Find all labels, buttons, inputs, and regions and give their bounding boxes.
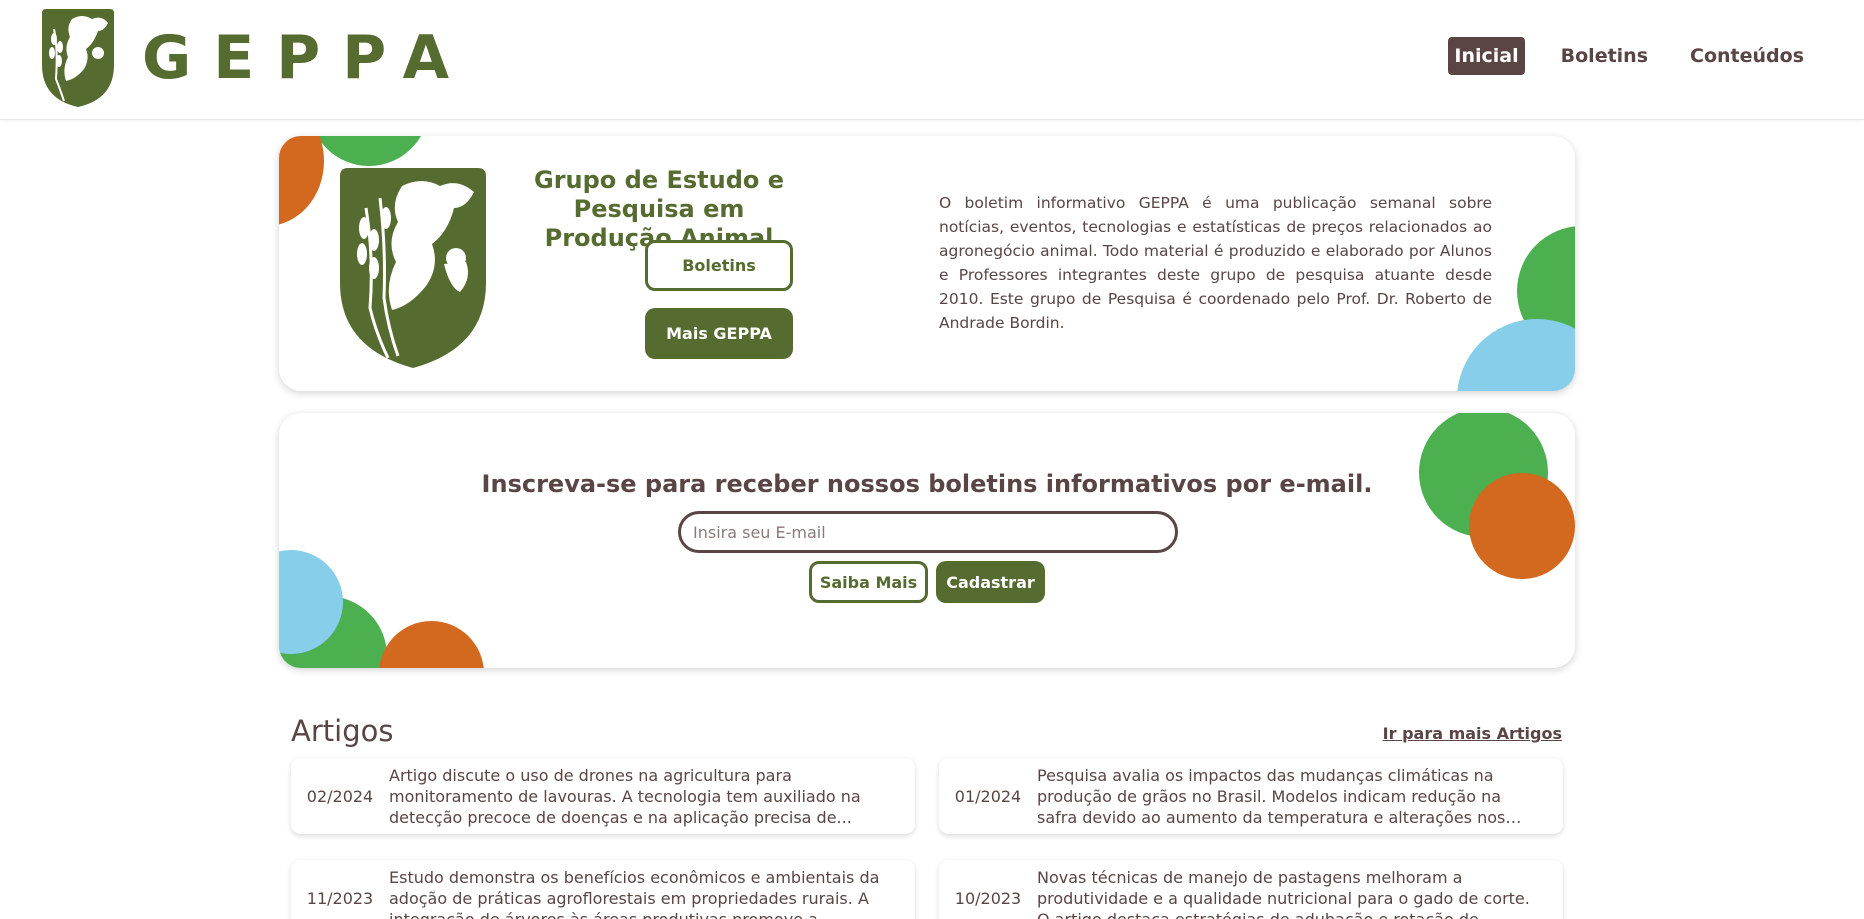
boletins-button[interactable]: Boletins <box>645 240 793 291</box>
article-date: 01/2024 <box>954 786 1022 806</box>
article-item[interactable]: 11/2023 Estudo demonstra os benefícios e… <box>291 860 915 919</box>
cadastrar-button[interactable]: Cadastrar <box>936 561 1045 603</box>
article-item[interactable]: 10/2023 Novas técnicas de manejo de past… <box>939 860 1563 919</box>
main-nav: Inicial Boletins Conteúdos <box>1448 37 1810 75</box>
decor-circle <box>279 136 324 226</box>
decor-circle <box>309 136 429 166</box>
saiba-mais-button[interactable]: Saiba Mais <box>809 561 928 603</box>
article-item[interactable]: 02/2024 Artigo discute o uso de drones n… <box>291 758 915 834</box>
mais-geppa-button[interactable]: Mais GEPPA <box>645 308 793 359</box>
article-item[interactable]: 01/2024 Pesquisa avalia os impactos das … <box>939 758 1563 834</box>
subscribe-title: Inscreva-se para receber nossos boletins… <box>481 470 1373 498</box>
article-summary: Artigo discute o uso de drones na agricu… <box>389 765 861 827</box>
nav-inicial[interactable]: Inicial <box>1448 37 1525 75</box>
logo[interactable]: GEPPA <box>42 9 471 107</box>
hero-description: O boletim informativo GEPPA é uma public… <box>939 194 1492 332</box>
article-date: 10/2023 <box>954 888 1022 908</box>
nav-conteudos[interactable]: Conteúdos <box>1684 37 1810 75</box>
article-summary: Novas técnicas de manejo de pastagens me… <box>1037 867 1530 919</box>
article-date: 11/2023 <box>306 888 374 908</box>
subscribe-card: Inscreva-se para receber nossos boletins… <box>279 413 1575 668</box>
geppa-shield-icon <box>340 168 486 368</box>
article-date: 02/2024 <box>306 786 374 806</box>
article-summary: Pesquisa avalia os impactos das mudanças… <box>1037 765 1506 827</box>
hero-card: Grupo de Estudo e Pesquisa em Produção A… <box>279 136 1575 391</box>
articles-heading: Artigos <box>291 714 394 748</box>
brand-name: GEPPA <box>142 23 472 93</box>
decor-circle <box>379 621 484 668</box>
article-summary: Estudo demonstra os benefícios econômico… <box>389 867 880 919</box>
email-input[interactable] <box>678 511 1178 553</box>
geppa-logo-icon <box>42 9 114 107</box>
site-header: GEPPA Inicial Boletins Conteúdos <box>0 0 1864 120</box>
more-articles-link[interactable]: Ir para mais Artigos <box>1383 724 1562 743</box>
nav-boletins[interactable]: Boletins <box>1555 37 1654 75</box>
